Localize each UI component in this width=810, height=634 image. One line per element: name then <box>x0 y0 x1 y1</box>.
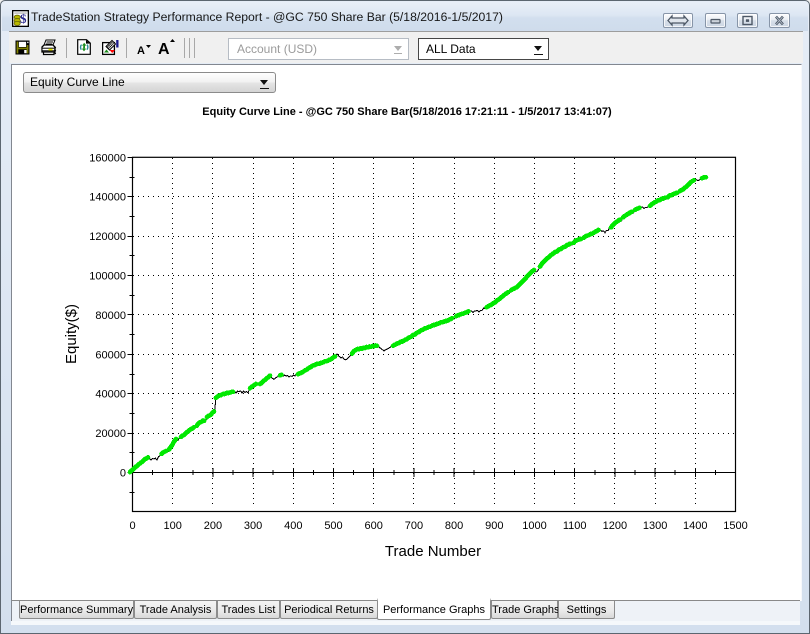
svg-text:140000: 140000 <box>89 192 126 204</box>
svg-text:160000: 160000 <box>89 152 126 164</box>
svg-text:0: 0 <box>129 520 135 532</box>
svg-text:60000: 60000 <box>95 349 126 361</box>
svg-text:100: 100 <box>164 520 182 532</box>
svg-text:Equity($): Equity($) <box>63 304 80 364</box>
svg-text:80000: 80000 <box>95 310 126 322</box>
svg-text:1000: 1000 <box>522 520 546 532</box>
svg-text:20000: 20000 <box>95 428 126 440</box>
svg-text:120000: 120000 <box>89 231 126 243</box>
svg-text:1100: 1100 <box>563 520 587 532</box>
svg-text:300: 300 <box>244 520 262 532</box>
svg-text:1300: 1300 <box>643 520 667 532</box>
svg-text:900: 900 <box>485 520 503 532</box>
svg-text:100000: 100000 <box>89 271 126 283</box>
svg-text:1400: 1400 <box>683 520 707 532</box>
svg-text:500: 500 <box>324 520 342 532</box>
svg-text:600: 600 <box>365 520 383 532</box>
svg-text:700: 700 <box>405 520 423 532</box>
svg-text:40000: 40000 <box>95 389 126 401</box>
svg-text:Trade Number: Trade Number <box>385 543 481 560</box>
svg-text:400: 400 <box>284 520 302 532</box>
svg-text:0: 0 <box>120 468 126 480</box>
svg-text:200: 200 <box>204 520 222 532</box>
svg-text:1500: 1500 <box>723 520 747 532</box>
svg-text:1200: 1200 <box>603 520 627 532</box>
svg-text:800: 800 <box>445 520 463 532</box>
